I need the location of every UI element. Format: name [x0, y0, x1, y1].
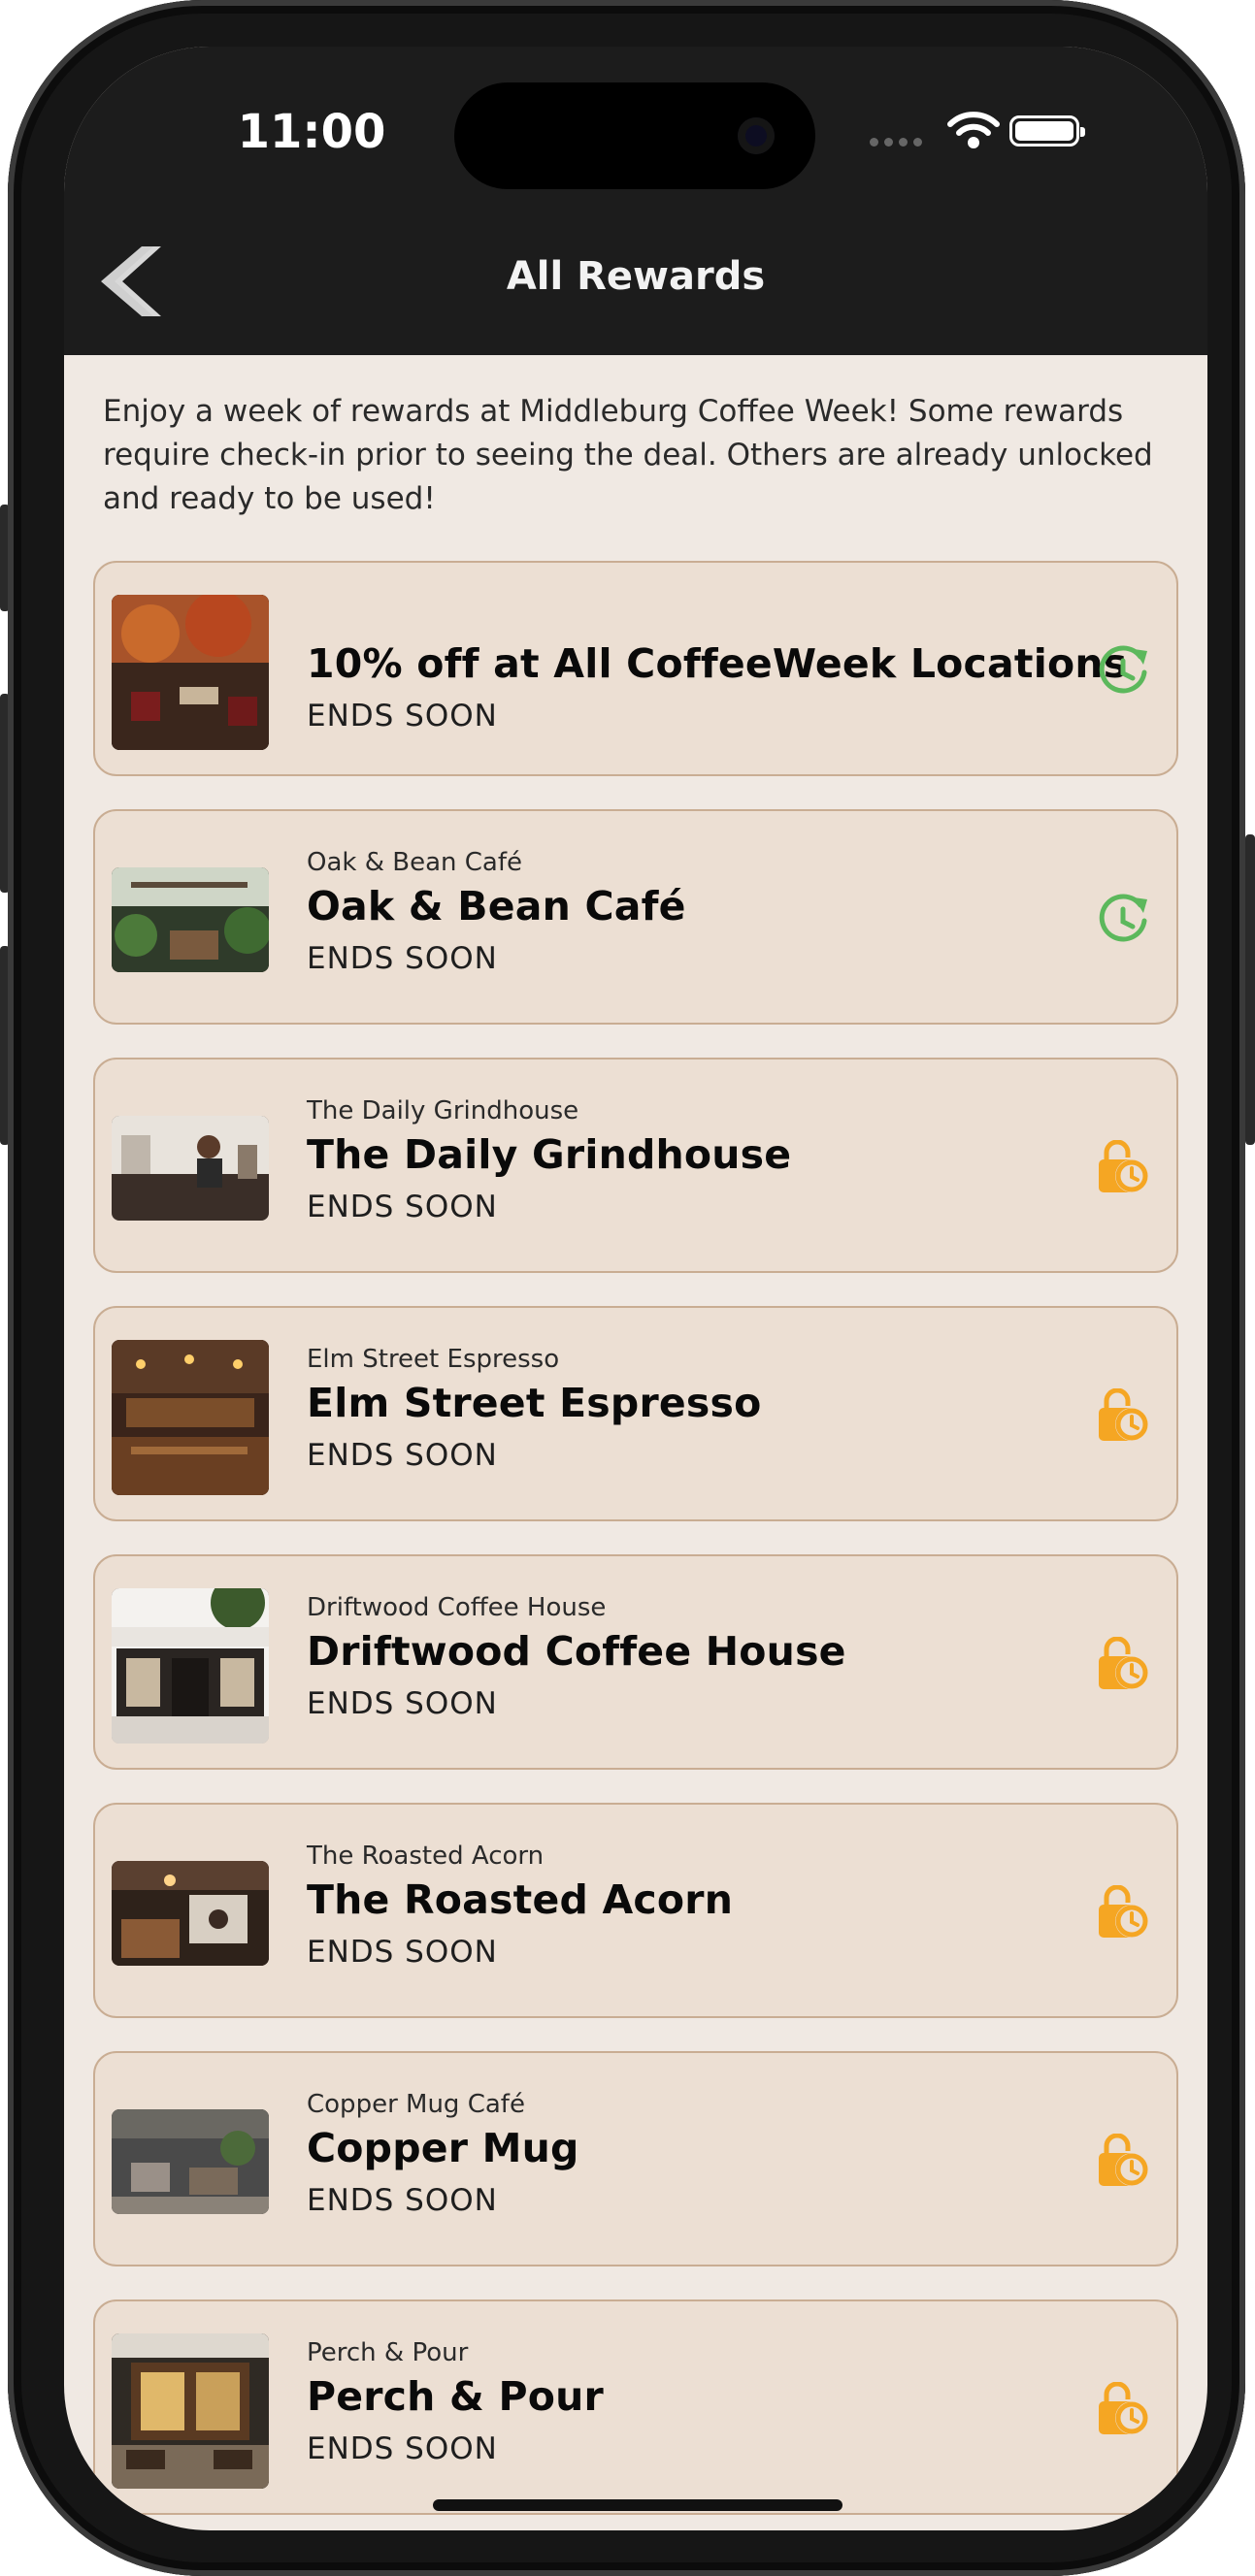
top-bar: 11:00 All Rewards [64, 47, 1207, 355]
reward-status: ENDS SOON [307, 941, 498, 976]
reward-card[interactable]: Perch & Pour Perch & Pour ENDS SOON [93, 2299, 1178, 2515]
reward-status: ENDS SOON [307, 1686, 498, 1721]
lock-clock-icon[interactable] [1095, 1884, 1151, 1941]
app-screen: 11:00 All Rewards Enjoy a week of reward… [64, 47, 1207, 2530]
wifi-icon [947, 112, 1000, 148]
reward-venue: Oak & Bean Café [307, 848, 523, 877]
reward-thumbnail [112, 2333, 269, 2489]
reward-card[interactable]: The Daily Grindhouse The Daily Grindhouse… [93, 1058, 1178, 1273]
dynamic-island [454, 82, 815, 189]
phone-frame: 11:00 All Rewards Enjoy a week of reward… [8, 0, 1245, 2576]
camera-icon [738, 117, 775, 154]
reward-card[interactable]: Driftwood Coffee House Driftwood Coffee H… [93, 1554, 1178, 1770]
reward-title: Driftwood Coffee House [307, 1628, 846, 1675]
home-indicator[interactable] [433, 2499, 842, 2511]
refresh-clock-icon[interactable] [1095, 892, 1151, 948]
reward-card[interactable]: The Roasted Acorn The Roasted Acorn ENDS S… [93, 1803, 1178, 2018]
reward-card[interactable]: Elm Street Espresso Elm Street Espresso EN… [93, 1306, 1178, 1521]
lock-clock-icon[interactable] [1095, 1636, 1151, 1693]
reward-card[interactable]: Copper Mug Café Copper Mug ENDS SOON [93, 2051, 1178, 2266]
battery-icon [1009, 115, 1085, 147]
reward-status: ENDS SOON [307, 1935, 498, 1970]
reward-venue: Copper Mug Café [307, 2090, 525, 2119]
power-button [1245, 834, 1255, 1145]
reward-status: ENDS SOON [307, 2431, 498, 2466]
reward-thumbnail [112, 1588, 269, 1744]
status-time: 11:00 [237, 105, 386, 159]
lock-clock-icon[interactable] [1095, 1387, 1151, 1445]
reward-venue: The Roasted Acorn [307, 1842, 545, 1871]
reward-title: Copper Mug [307, 2125, 579, 2171]
reward-venue: Driftwood Coffee House [307, 1593, 607, 1622]
reward-thumbnail [112, 595, 269, 750]
reward-venue: Elm Street Espresso [307, 1345, 560, 1374]
refresh-clock-icon[interactable] [1095, 643, 1151, 700]
reward-thumbnail [112, 1116, 269, 1221]
reward-thumbnail [112, 1861, 269, 1966]
reward-venue: Perch & Pour [307, 2338, 469, 2367]
page-title: All Rewards [506, 254, 766, 299]
reward-card[interactable]: 10% off at All CoffeeWeek Locations ENDS … [93, 561, 1178, 776]
reward-card[interactable]: Oak & Bean Café Oak & Bean Café ENDS SOON [93, 809, 1178, 1025]
reward-title: Oak & Bean Café [307, 883, 686, 929]
reward-thumbnail [112, 2109, 269, 2214]
reward-title: 10% off at All CoffeeWeek Locations [307, 640, 1128, 687]
cellular-signal-icon [870, 138, 922, 147]
reward-title: The Roasted Acorn [307, 1876, 734, 1923]
reward-status: ENDS SOON [307, 699, 498, 734]
lock-clock-icon[interactable] [1095, 2133, 1151, 2190]
reward-thumbnail [112, 867, 269, 972]
intro-text: Enjoy a week of rewards at Middleburg Co… [103, 394, 1153, 516]
reward-venue: The Daily Grindhouse [307, 1096, 579, 1125]
reward-title: Elm Street Espresso [307, 1380, 762, 1426]
reward-status: ENDS SOON [307, 2183, 498, 2218]
reward-status: ENDS SOON [307, 1438, 498, 1473]
status-indicators [870, 111, 1161, 149]
reward-title: Perch & Pour [307, 2373, 604, 2420]
reward-thumbnail [112, 1340, 269, 1495]
lock-clock-icon[interactable] [1095, 2381, 1151, 2438]
lock-clock-icon[interactable] [1095, 1139, 1151, 1196]
reward-status: ENDS SOON [307, 1190, 498, 1224]
reward-title: The Daily Grindhouse [307, 1131, 792, 1178]
